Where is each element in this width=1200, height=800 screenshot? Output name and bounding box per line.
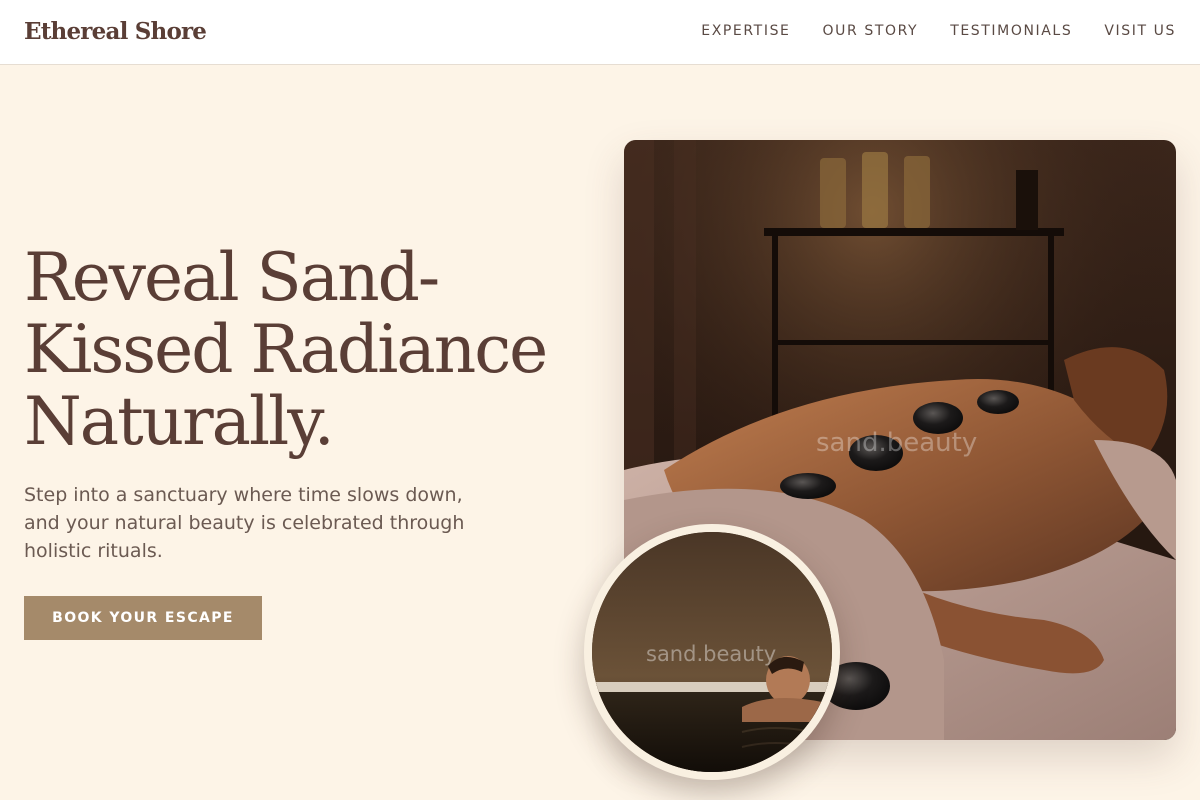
hero-subtitle: Step into a sanctuary where time slows d… xyxy=(24,484,465,562)
nav-link-our-story[interactable]: OUR STORY xyxy=(823,23,919,39)
nav-link-expertise[interactable]: EXPERTISE xyxy=(701,23,790,39)
main-nav: EXPERTISE OUR STORY TESTIMONIALS VISIT U… xyxy=(701,23,1176,39)
hero-title-line-2: Kissed Radiance xyxy=(24,311,548,388)
hero-title-line-1: Reveal Sand- xyxy=(24,239,440,316)
pool-relaxation-image: sand.beauty xyxy=(584,524,840,780)
nav-link-visit-us[interactable]: VISIT US xyxy=(1104,23,1176,39)
brand-logo[interactable]: Ethereal Shore xyxy=(24,18,207,45)
main-image-watermark: sand.beauty xyxy=(816,428,978,458)
circle-image-watermark: sand.beauty xyxy=(646,642,777,666)
hero-title: Reveal Sand- Kissed Radiance Naturally. xyxy=(24,242,584,458)
book-escape-button[interactable]: BOOK YOUR ESCAPE xyxy=(24,596,262,640)
site-header: Ethereal Shore EXPERTISE OUR STORY TESTI… xyxy=(0,0,1200,65)
hero-title-line-3: Naturally. xyxy=(24,383,335,460)
nav-link-testimonials[interactable]: TESTIMONIALS xyxy=(950,23,1072,39)
